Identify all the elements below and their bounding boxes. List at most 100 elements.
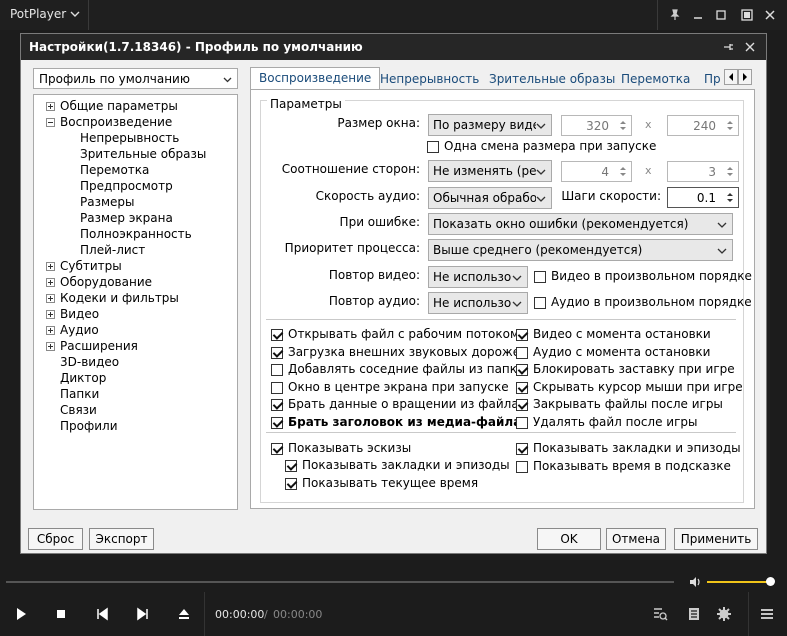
tree-item[interactable]: Кодеки и фильтры <box>46 290 179 306</box>
expand-icon[interactable] <box>46 262 55 271</box>
repeat-audio-combo[interactable]: Не использов <box>428 292 528 314</box>
audio-random-checkbox[interactable]: Аудио в произвольном порядке <box>534 295 752 311</box>
on-error-combo[interactable]: Показать окно ошибки (рекомендуется) <box>428 213 733 235</box>
pin-icon[interactable] <box>722 41 734 53</box>
priority-combo[interactable]: Выше среднего (рекомендуется) <box>428 239 733 261</box>
apply-button[interactable]: Применить <box>674 528 758 550</box>
one-resize-checkbox[interactable]: Одна смена размера при запуске <box>427 139 656 155</box>
menu-icon[interactable] <box>759 606 775 622</box>
option-checkbox[interactable]: Скрывать курсор мыши при игре <box>516 380 743 396</box>
playlist-icon[interactable] <box>686 606 702 622</box>
thumbnail-option-checkbox[interactable]: Показывать закладки и эпизоды <box>516 441 741 457</box>
expand-icon[interactable] <box>46 278 55 287</box>
tree-item[interactable]: Плей-лист <box>80 242 145 258</box>
tab-seek[interactable]: Перемотка <box>613 69 698 90</box>
tree-item[interactable]: Воспроизведение <box>46 114 172 130</box>
volume-knob[interactable] <box>766 577 775 586</box>
tree-item[interactable]: Диктор <box>60 370 106 386</box>
checkbox-box[interactable] <box>516 460 528 473</box>
checkbox-box[interactable] <box>271 346 283 359</box>
tree-item[interactable]: Перемотка <box>80 162 149 178</box>
cancel-button[interactable]: Отмена <box>606 528 666 550</box>
tree-item[interactable]: Профили <box>60 418 118 434</box>
spin-arrows-icon[interactable] <box>617 118 629 133</box>
maximize-icon[interactable] <box>712 6 730 24</box>
tab-playback[interactable]: Воспроизведение <box>250 67 381 91</box>
stop-icon[interactable] <box>53 606 69 622</box>
checkbox-box[interactable] <box>516 346 528 359</box>
checkbox-box[interactable] <box>271 364 283 376</box>
spin-arrows-icon[interactable] <box>617 164 629 179</box>
fullscreen-icon[interactable] <box>738 6 756 24</box>
checkbox-box[interactable] <box>271 381 283 394</box>
option-checkbox[interactable]: Удалять файл после игры <box>516 415 697 431</box>
tree-item[interactable]: Связи <box>60 402 97 418</box>
option-checkbox[interactable]: Закрывать файлы после игры <box>516 397 723 413</box>
expand-icon[interactable] <box>46 102 55 111</box>
checkbox-box[interactable] <box>516 416 528 429</box>
expand-icon[interactable] <box>46 326 55 335</box>
option-checkbox[interactable]: Загрузка внешних звуковых дорожек <box>271 345 527 361</box>
speed-step-spin[interactable]: 0.1 <box>667 187 739 208</box>
tree-item[interactable]: Предпросмотр <box>80 178 173 194</box>
checkbox-box[interactable] <box>271 416 283 429</box>
tree-item[interactable]: Аудио <box>46 322 99 338</box>
profile-select[interactable]: Профиль по умолчанию <box>33 68 238 89</box>
close-icon[interactable] <box>744 41 756 53</box>
tree-item[interactable]: Полноэкранность <box>80 226 192 242</box>
checkbox-box[interactable] <box>271 399 283 411</box>
eject-icon[interactable] <box>176 606 192 622</box>
chevron-down-icon[interactable] <box>70 9 80 19</box>
show-thumbnails-checkbox[interactable]: Показывать эскизы <box>271 441 411 457</box>
tree-item[interactable]: Папки <box>60 386 99 402</box>
tree-item[interactable]: Размеры <box>80 194 135 210</box>
audio-speed-combo[interactable]: Обычная обработ <box>428 187 552 209</box>
thumbnail-option-checkbox[interactable]: Показывать закладки и эпизоды <box>285 458 510 474</box>
tree-item[interactable]: Субтитры <box>46 258 122 274</box>
checkbox-box[interactable] <box>285 477 297 490</box>
aspect-combo[interactable]: Не изменять (рек <box>428 160 552 182</box>
checkbox-box[interactable] <box>516 329 528 341</box>
collapse-icon[interactable] <box>46 118 55 127</box>
checkbox-box[interactable] <box>285 460 297 472</box>
repeat-video-combo[interactable]: Не использов <box>428 266 528 288</box>
expand-icon[interactable] <box>46 294 55 303</box>
thumbnail-option-checkbox[interactable]: Показывать время в подсказке <box>516 459 731 475</box>
option-checkbox[interactable]: Открывать файл с рабочим потоком <box>271 327 519 343</box>
expand-icon[interactable] <box>46 342 55 351</box>
checkbox-box[interactable] <box>427 141 439 153</box>
spin-arrows-icon[interactable] <box>724 190 736 205</box>
pin-icon[interactable] <box>666 6 684 24</box>
tab-continuity[interactable]: Непрерывность <box>372 69 487 90</box>
tree-item[interactable]: 3D-видео <box>60 354 119 370</box>
tree-item[interactable]: Общие параметры <box>46 98 178 114</box>
window-width-spin[interactable]: 320 <box>561 115 632 136</box>
tree-item[interactable]: Размер экрана <box>80 210 173 226</box>
ok-button[interactable]: OK <box>537 528 601 550</box>
gear-icon[interactable] <box>716 606 732 622</box>
checkbox-box[interactable] <box>516 364 528 376</box>
option-checkbox[interactable]: Брать данные о вращении из файла <box>271 397 519 413</box>
volume-icon[interactable] <box>688 575 702 589</box>
tree-item[interactable]: Видео <box>46 306 99 322</box>
option-checkbox[interactable]: Блокировать заставку при игре <box>516 362 735 378</box>
checkbox-box[interactable] <box>534 297 546 309</box>
option-checkbox[interactable]: Брать заголовок из медиа-файла <box>271 415 521 431</box>
thumbnail-option-checkbox[interactable]: Показывать текущее время <box>285 476 478 492</box>
play-icon[interactable] <box>13 606 29 622</box>
checkbox-box[interactable] <box>271 443 283 455</box>
checkbox-box[interactable] <box>534 271 546 283</box>
next-icon[interactable] <box>135 606 151 622</box>
spin-arrows-icon[interactable] <box>724 118 736 133</box>
app-title[interactable]: PotPlayer <box>10 7 66 21</box>
seek-slider[interactable] <box>6 581 674 583</box>
tree-item[interactable]: Оборудование <box>46 274 152 290</box>
checkbox-box[interactable] <box>516 443 528 455</box>
window-height-spin[interactable]: 240 <box>667 115 739 136</box>
aspect-width-spin[interactable]: 4 <box>561 161 632 182</box>
tree-item[interactable]: Непрерывность <box>80 130 179 146</box>
checkbox-box[interactable] <box>516 381 528 394</box>
window-size-combo[interactable]: По размеру виде <box>428 114 552 136</box>
option-checkbox[interactable]: Добавлять соседние файлы из папки <box>271 362 525 378</box>
tab-scroll-left[interactable] <box>724 69 738 85</box>
